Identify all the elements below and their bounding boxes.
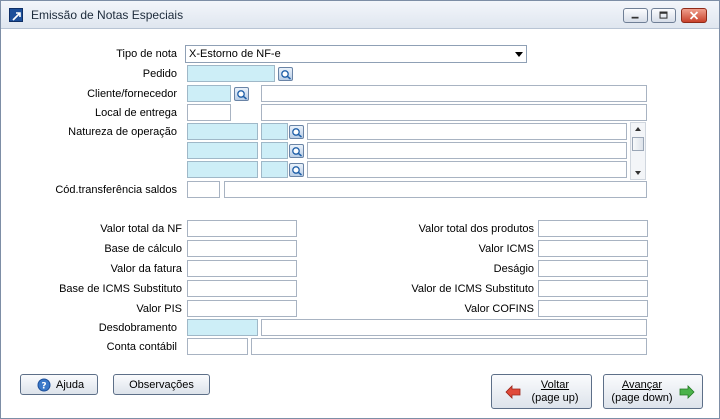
valor-total-nf-input[interactable]	[187, 220, 297, 237]
natureza-scrollbar[interactable]	[630, 122, 646, 180]
avancar-button[interactable]: Avançar (page down)	[603, 374, 703, 409]
cliente-code-input[interactable]	[187, 85, 231, 102]
voltar-label: Voltar	[540, 379, 570, 391]
natureza-desc-input-3[interactable]	[307, 161, 627, 178]
footer-bar: ? Ajuda Observações Voltar (page up) Ava…	[1, 356, 719, 418]
valor-cofins-label: Valor COFINS	[464, 303, 534, 315]
desagio-input[interactable]	[538, 260, 648, 277]
valor-icms-subst-input[interactable]	[538, 280, 648, 297]
valor-fatura-input[interactable]	[187, 260, 297, 277]
conta-contabil-label: Conta contábil	[106, 341, 177, 353]
natureza-label: Natureza de operação	[68, 126, 177, 138]
window-title: Emissão de Notas Especiais	[31, 8, 184, 22]
arrow-left-icon	[505, 385, 521, 402]
natureza-search-icon-2[interactable]	[289, 144, 304, 158]
cod-transf-desc-input[interactable]	[224, 181, 647, 198]
natureza-desc-input-2[interactable]	[307, 142, 627, 159]
natureza-sub-input-2[interactable]	[261, 142, 288, 159]
base-icms-subst-input[interactable]	[187, 280, 297, 297]
observacoes-button[interactable]: Observações	[113, 374, 210, 395]
natureza-sub-input-3[interactable]	[261, 161, 288, 178]
voltar-shortcut: (page up)	[531, 392, 579, 404]
base-calculo-input[interactable]	[187, 240, 297, 257]
ajuda-label: Ajuda	[56, 379, 85, 391]
valor-icms-subst-label: Valor de ICMS Substituto	[411, 283, 534, 295]
close-button[interactable]	[681, 8, 707, 23]
pedido-search-icon[interactable]	[278, 67, 293, 81]
local-entrega-code-input[interactable]	[187, 104, 231, 121]
desdobramento-code-input[interactable]	[187, 319, 258, 336]
valor-total-nf-label: Valor total da NF	[100, 223, 182, 235]
valor-cofins-input[interactable]	[538, 300, 648, 317]
tipo-nota-value: X-Estorno de NF-e	[189, 48, 281, 60]
base-calculo-label: Base de cálculo	[104, 243, 182, 255]
valor-pis-label: Valor PIS	[136, 303, 182, 315]
cod-transf-label: Cód.transferência saldos	[55, 184, 177, 196]
observacoes-label: Observações	[129, 379, 194, 391]
minimize-button[interactable]	[623, 8, 648, 23]
scroll-thumb[interactable]	[632, 137, 644, 151]
desdobramento-label: Desdobramento	[98, 322, 177, 334]
natureza-search-icon-1[interactable]	[289, 125, 304, 139]
natureza-sub-input-1[interactable]	[261, 123, 288, 140]
tipo-nota-label: Tipo de nota	[116, 48, 177, 60]
valor-total-produtos-label: Valor total dos produtos	[418, 223, 534, 235]
natureza-desc-input-1[interactable]	[307, 123, 627, 140]
conta-contabil-desc-input[interactable]	[251, 338, 647, 355]
natureza-code-input-1[interactable]	[187, 123, 258, 140]
form-area: Tipo de nota X-Estorno de NF-e Pedido Cl…	[7, 33, 713, 355]
cod-transf-code-input[interactable]	[187, 181, 220, 198]
natureza-search-icon-3[interactable]	[289, 163, 304, 177]
valor-fatura-label: Valor da fatura	[110, 263, 182, 275]
pedido-input[interactable]	[187, 65, 275, 82]
title-bar: Emissão de Notas Especiais	[1, 1, 719, 29]
avancar-label: Avançar	[621, 379, 663, 391]
base-icms-subst-label: Base de ICMS Substituto	[59, 283, 182, 295]
scroll-up-icon[interactable]	[635, 127, 641, 131]
ajuda-button[interactable]: ? Ajuda	[20, 374, 98, 395]
window: Emissão de Notas Especiais Tipo de nota …	[0, 0, 720, 419]
valor-icms-input[interactable]	[538, 240, 648, 257]
valor-total-produtos-input[interactable]	[538, 220, 648, 237]
chevron-down-icon[interactable]	[515, 52, 523, 57]
desagio-label: Deságio	[493, 263, 534, 275]
voltar-button[interactable]: Voltar (page up)	[491, 374, 592, 409]
natureza-code-input-2[interactable]	[187, 142, 258, 159]
local-entrega-desc-input[interactable]	[261, 104, 647, 121]
desdobramento-desc-input[interactable]	[261, 319, 647, 336]
valor-icms-label: Valor ICMS	[478, 243, 534, 255]
tipo-nota-select[interactable]: X-Estorno de NF-e	[185, 45, 527, 63]
arrow-right-icon	[679, 385, 695, 402]
maximize-button[interactable]	[651, 8, 676, 23]
scroll-down-icon[interactable]	[635, 171, 641, 175]
local-entrega-label: Local de entrega	[95, 107, 177, 119]
cliente-search-icon[interactable]	[234, 87, 249, 101]
avancar-shortcut: (page down)	[611, 392, 673, 404]
app-icon	[9, 8, 23, 22]
cliente-label: Cliente/fornecedor	[87, 88, 177, 100]
natureza-code-input-3[interactable]	[187, 161, 258, 178]
valor-pis-input[interactable]	[187, 300, 297, 317]
svg-text:?: ?	[41, 382, 46, 392]
help-icon: ?	[37, 378, 51, 395]
conta-contabil-code-input[interactable]	[187, 338, 248, 355]
pedido-label: Pedido	[142, 68, 177, 80]
cliente-name-input[interactable]	[261, 85, 647, 102]
